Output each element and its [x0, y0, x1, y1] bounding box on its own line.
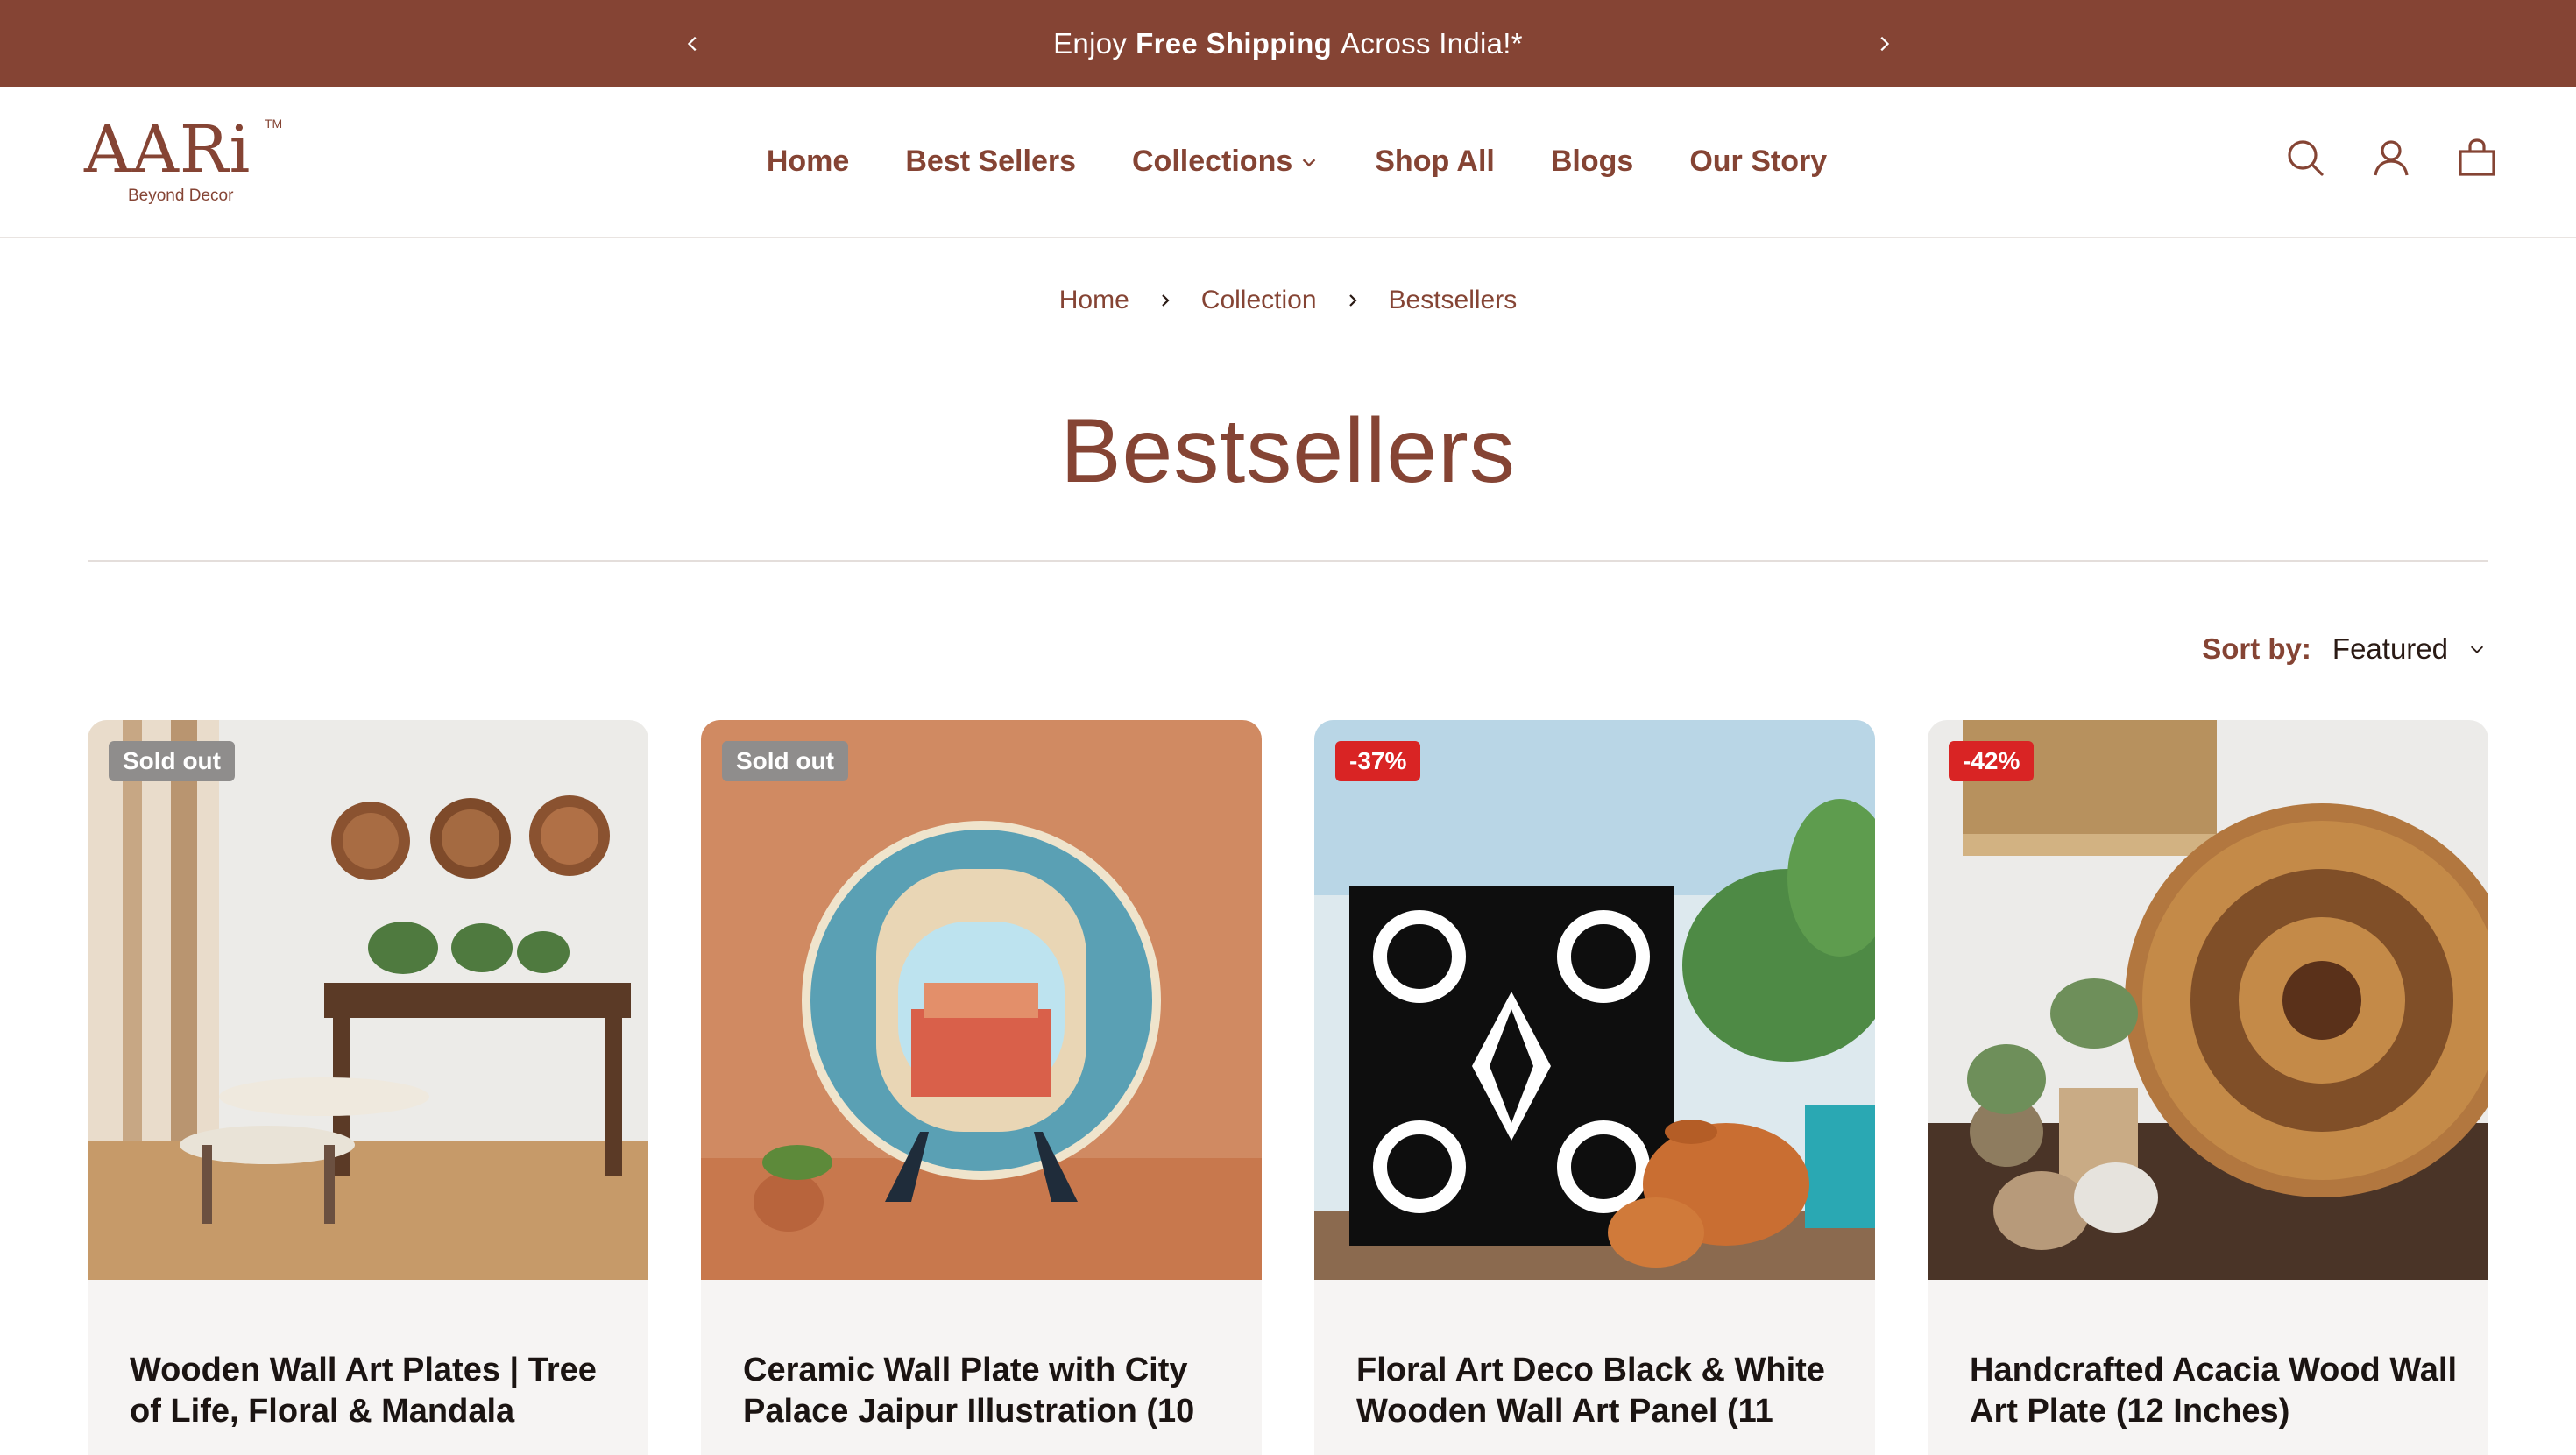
- page-title: Bestsellers: [1060, 400, 1516, 502]
- announcement-suffix: Across India!*: [1341, 26, 1523, 60]
- site-header: AARi TM Beyond Decor Home Best Sellers C…: [0, 87, 2576, 238]
- breadcrumb-home[interactable]: Home: [1059, 286, 1129, 315]
- announcement-prefix: Enjoy: [1053, 26, 1128, 60]
- product-card[interactable]: -37% Floral Art Deco Black & White Woode…: [1314, 720, 1875, 1455]
- nav-collections-label: Collections: [1132, 145, 1293, 178]
- product-name[interactable]: Handcrafted Acacia Wood Wall Art Plate (…: [1970, 1350, 2460, 1432]
- breadcrumb: Home Collection Bestsellers: [0, 279, 2576, 322]
- discount-badge: -42%: [1949, 741, 2035, 781]
- main-nav: Home Best Sellers Collections Shop All B…: [0, 87, 2576, 237]
- product-info: Floral Art Deco Black & White Wooden Wal…: [1314, 1280, 1875, 1455]
- product-image[interactable]: [1314, 720, 1875, 1280]
- search-icon[interactable]: [2285, 138, 2325, 178]
- announcement-message: Enjoy Free Shipping Across India!*: [0, 0, 2576, 87]
- nav-home[interactable]: Home: [767, 145, 849, 179]
- account-icon[interactable]: [2371, 138, 2411, 178]
- product-name[interactable]: Floral Art Deco Black & White Wooden Wal…: [1356, 1350, 1847, 1432]
- sort-control: Sort by: Featured: [2202, 632, 2487, 666]
- chevron-right-icon: [1880, 36, 1890, 52]
- product-info: Ceramic Wall Plate with City Palace Jaip…: [701, 1280, 1262, 1455]
- product-card[interactable]: Sold out Wooden Wall Art Plates | Tree o…: [88, 720, 648, 1455]
- sold-out-badge: Sold out: [722, 741, 848, 781]
- product-card[interactable]: -42% Handcrafted Acacia Wood Wall Art Pl…: [1928, 720, 2488, 1455]
- product-image[interactable]: [88, 720, 648, 1280]
- sort-select[interactable]: Featured: [2332, 632, 2487, 666]
- announcement-next-button[interactable]: [1866, 26, 1901, 61]
- sold-out-badge: Sold out: [109, 741, 235, 781]
- product-image[interactable]: [1928, 720, 2488, 1280]
- breadcrumb-current: Bestsellers: [1388, 286, 1518, 314]
- product-info: Wooden Wall Art Plates | Tree of Life, F…: [88, 1280, 648, 1455]
- announcement-bar: Enjoy Free Shipping Across India!*: [0, 0, 2576, 87]
- product-info: Handcrafted Acacia Wood Wall Art Plate (…: [1928, 1280, 2488, 1455]
- announcement-bold: Free Shipping: [1136, 26, 1333, 60]
- product-image[interactable]: [701, 720, 1262, 1280]
- product-name[interactable]: Wooden Wall Art Plates | Tree of Life, F…: [130, 1350, 620, 1432]
- sort-value: Featured: [2332, 632, 2448, 665]
- nav-best-sellers[interactable]: Best Sellers: [905, 145, 1076, 179]
- product-card[interactable]: Sold out Ceramic Wall Plate with City Pa…: [701, 720, 1262, 1455]
- nav-shop-all[interactable]: Shop All: [1375, 145, 1495, 179]
- nav-collections[interactable]: Collections: [1132, 145, 1319, 179]
- nav-blogs[interactable]: Blogs: [1551, 145, 1633, 179]
- chevron-right-icon: [1157, 293, 1173, 308]
- product-grid: Sold out Wooden Wall Art Plates | Tree o…: [88, 720, 2488, 1455]
- cart-icon[interactable]: [2457, 138, 2497, 178]
- discount-badge: -37%: [1335, 741, 1421, 781]
- header-actions: [2285, 138, 2497, 178]
- chevron-down-icon: [1302, 158, 1316, 166]
- sort-label: Sort by:: [2202, 632, 2311, 665]
- breadcrumb-collection[interactable]: Collection: [1201, 286, 1317, 315]
- chevron-right-icon: [1345, 293, 1361, 308]
- title-divider: [88, 560, 2488, 562]
- product-name[interactable]: Ceramic Wall Plate with City Palace Jaip…: [743, 1350, 1234, 1432]
- nav-our-story[interactable]: Our Story: [1689, 145, 1827, 179]
- chevron-down-icon: [2470, 646, 2484, 653]
